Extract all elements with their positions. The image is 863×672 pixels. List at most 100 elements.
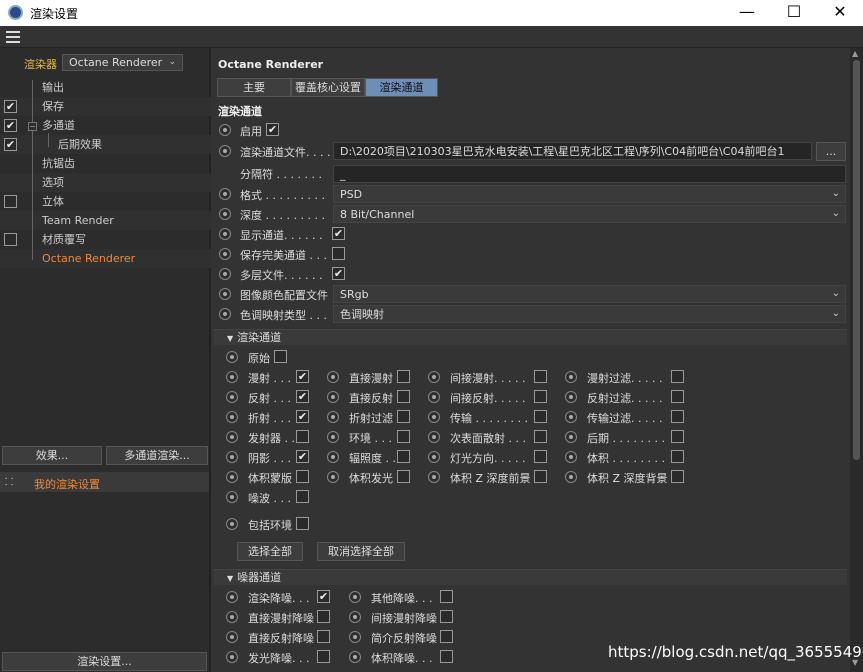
denoiser-pass-checkbox[interactable] [317,650,330,663]
tab-render-passes[interactable]: 渲染通道 [365,78,438,97]
include-environment-checkbox[interactable] [296,517,309,530]
keyframe-radio-icon[interactable] [565,391,577,403]
keyframe-radio-icon[interactable] [565,371,577,383]
select-all-button[interactable]: 选择全部 [237,542,303,561]
keyframe-radio-icon[interactable] [349,591,361,603]
browse-file-button[interactable]: ... [816,142,846,161]
denoiser-pass-checkbox[interactable] [440,650,453,663]
scrollbar-thumb[interactable] [853,60,860,460]
tree-item-checkbox[interactable]: ✔ [4,138,17,151]
keyframe-radio-icon[interactable] [226,431,238,443]
pass-checkbox[interactable] [397,430,410,443]
color-profile-dropdown[interactable]: SRgb ⌄ [333,285,846,303]
keyframe-radio-icon[interactable] [226,451,238,463]
render-pass-file-input[interactable]: D:\2020项目\210303星巴克水电安装\工程\星巴克北区工程\序列\C0… [333,142,812,160]
keyframe-radio-icon[interactable] [327,391,339,403]
denoiser-pass-checkbox[interactable] [440,610,453,623]
pass-checkbox[interactable]: ✔ [296,390,309,403]
pass-checkbox[interactable] [534,430,547,443]
keyframe-radio-icon[interactable] [219,188,231,200]
keyframe-radio-icon[interactable] [349,611,361,623]
pass-checkbox[interactable] [534,450,547,463]
noise-pass-checkbox[interactable] [296,490,309,503]
pass-checkbox[interactable] [397,450,410,463]
keyframe-radio-icon[interactable] [565,451,577,463]
preset-row[interactable]: ⸬ 我的渲染设置 [0,472,209,492]
pass-checkbox[interactable] [671,390,684,403]
keyframe-radio-icon[interactable] [349,631,361,643]
pass-checkbox[interactable] [671,370,684,383]
tab-override-core[interactable]: 覆盖核心设置 [291,78,365,97]
keyframe-radio-icon[interactable] [219,208,231,220]
pass-checkbox[interactable] [296,470,309,483]
tree-expand-icon[interactable]: − [28,122,37,131]
keyframe-radio-icon[interactable] [565,471,577,483]
pass-checkbox[interactable]: ✔ [296,370,309,383]
pass-checkbox[interactable] [534,470,547,483]
pass-checkbox[interactable] [534,370,547,383]
separator-input[interactable]: _ [333,165,846,183]
enable-checkbox[interactable]: ✔ [266,123,279,136]
keyframe-radio-icon[interactable] [327,431,339,443]
tab-main[interactable]: 主要 [217,78,291,97]
tree-item-checkbox[interactable] [4,233,17,246]
pass-checkbox[interactable] [671,470,684,483]
pass-checkbox[interactable] [671,450,684,463]
keyframe-radio-icon[interactable] [219,228,231,240]
keyframe-radio-icon[interactable] [219,268,231,280]
show-pass-checkbox[interactable]: ✔ [332,227,345,240]
keyframe-radio-icon[interactable] [226,631,238,643]
keyframe-radio-icon[interactable] [219,145,231,157]
scroll-up-icon[interactable]: ▲ [852,49,858,58]
renderer-dropdown[interactable]: Octane Renderer ⌄ [62,54,183,71]
keyframe-radio-icon[interactable] [226,651,238,663]
pass-checkbox[interactable] [671,410,684,423]
keyframe-radio-icon[interactable] [327,451,339,463]
keyframe-radio-icon[interactable] [226,591,238,603]
keyframe-radio-icon[interactable] [219,308,231,320]
keyframe-radio-icon[interactable] [226,411,238,423]
keyframe-radio-icon[interactable] [226,518,238,530]
depth-dropdown[interactable]: 8 Bit/Channel ⌄ [333,205,846,223]
keyframe-radio-icon[interactable] [565,411,577,423]
keyframe-radio-icon[interactable] [226,491,238,503]
keyframe-radio-icon[interactable] [428,431,440,443]
tree-item-checkbox[interactable]: ✔ [4,100,17,113]
keyframe-radio-icon[interactable] [428,451,440,463]
deselect-all-button[interactable]: 取消选择全部 [317,542,405,561]
tree-item-checkbox[interactable] [4,195,17,208]
close-button[interactable]: ✕ [817,0,863,26]
pass-checkbox[interactable]: ✔ [296,410,309,423]
keyframe-radio-icon[interactable] [226,611,238,623]
keyframe-radio-icon[interactable] [219,248,231,260]
render-settings-button[interactable]: 渲染设置... [2,652,207,671]
maximize-button[interactable]: ☐ [771,0,817,26]
pass-checkbox[interactable] [397,470,410,483]
denoiser-pass-checkbox[interactable]: ✔ [317,590,330,603]
denoiser-pass-checkbox[interactable] [317,630,330,643]
hamburger-menu-icon[interactable] [6,31,20,43]
render-passes-header[interactable]: ▼ 渲染通道 [213,329,847,345]
keyframe-radio-icon[interactable] [327,471,339,483]
keyframe-radio-icon[interactable] [428,411,440,423]
keyframe-radio-icon[interactable] [428,371,440,383]
save-beauty-checkbox[interactable] [332,247,345,260]
raw-pass-checkbox[interactable] [274,350,287,363]
keyframe-radio-icon[interactable] [327,411,339,423]
pass-checkbox[interactable] [397,370,410,383]
minimize-button[interactable]: — [724,0,770,26]
keyframe-radio-icon[interactable] [226,391,238,403]
denoiser-pass-checkbox[interactable] [440,590,453,603]
pass-checkbox[interactable] [397,410,410,423]
denoiser-pass-checkbox[interactable] [440,630,453,643]
vertical-scrollbar[interactable]: ▲ ▼ [850,48,863,672]
keyframe-radio-icon[interactable] [226,371,238,383]
pass-checkbox[interactable] [671,430,684,443]
pass-checkbox[interactable] [296,430,309,443]
format-dropdown[interactable]: PSD ⌄ [333,185,846,203]
denoiser-pass-checkbox[interactable] [317,610,330,623]
pass-checkbox[interactable] [397,390,410,403]
keyframe-radio-icon[interactable] [428,391,440,403]
keyframe-radio-icon[interactable] [226,351,238,363]
keyframe-radio-icon[interactable] [226,471,238,483]
